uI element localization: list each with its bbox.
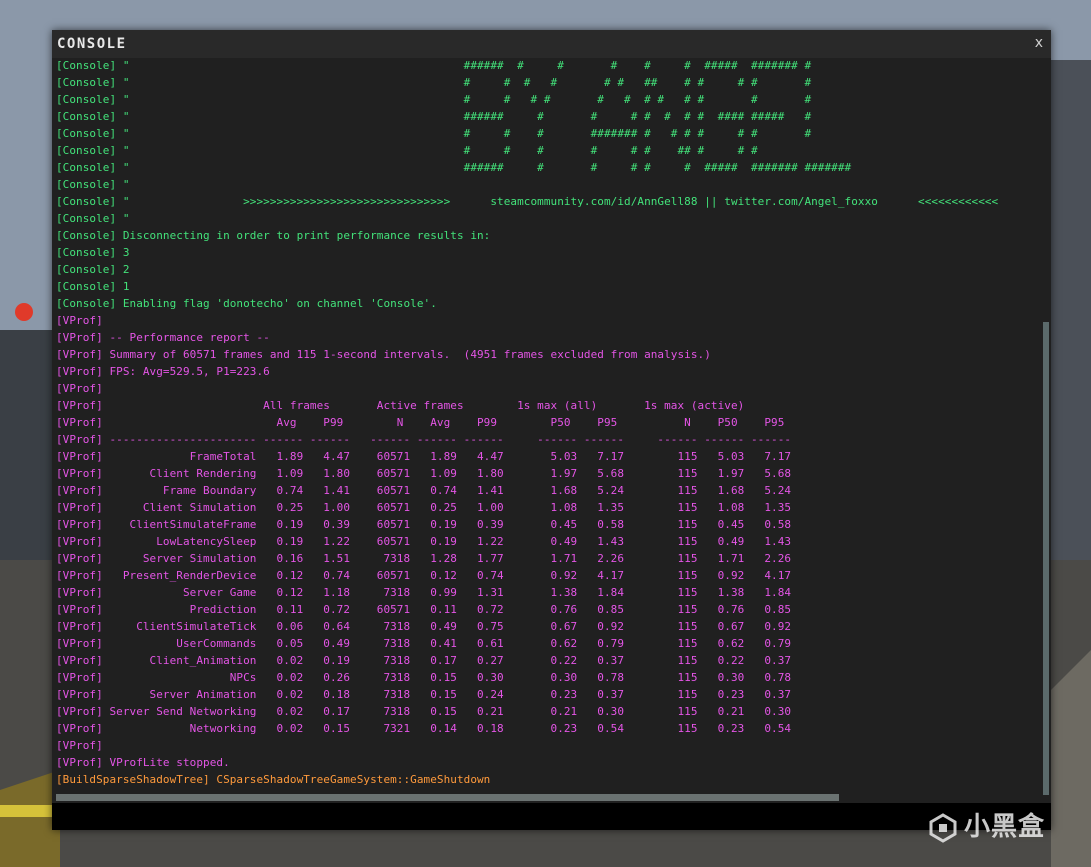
log-line-vprof: [VProf] LowLatencySleep 0.19 1.22 60571 … <box>56 535 792 548</box>
log-line-vprof: [VProf] FrameTotal 1.89 4.47 60571 1.89 … <box>56 450 792 463</box>
log-line-vprof: [VProf] <box>56 382 103 395</box>
log-line-vprof: [VProf] Server Game 0.12 1.18 7318 0.99 … <box>56 586 792 599</box>
heybox-logo-icon <box>929 812 957 843</box>
log-line-vprof: [VProf] UserCommands 0.05 0.49 7318 0.41… <box>56 637 792 650</box>
log-line-vprof: [VProf] Networking 0.02 0.15 7321 0.14 0… <box>56 722 792 735</box>
log-line-vprof: [VProf] <box>56 314 103 327</box>
log-line-vprof: [VProf] Summary of 60571 frames and 115 … <box>56 348 711 361</box>
log-line-vprof: [VProf] Frame Boundary 0.74 1.41 60571 0… <box>56 484 792 497</box>
log-line-console: [Console] " ###### # # # # # ##### #####… <box>56 59 812 72</box>
log-line-vprof: [VProf] Present_RenderDevice 0.12 0.74 6… <box>56 569 792 582</box>
close-button[interactable]: x <box>1035 35 1043 51</box>
log-line-vprof: [VProf] Server Animation 0.02 0.18 7318 … <box>56 688 792 701</box>
console-titlebar[interactable]: CONSOLE x <box>52 30 1051 58</box>
log-line-console: [Console] 1 <box>56 280 130 293</box>
log-line-vprof: [VProf] ---------------------- ------ --… <box>56 433 792 446</box>
log-line-vprof: [VProf] ClientSimulateFrame 0.19 0.39 60… <box>56 518 792 531</box>
vertical-scrollbar-thumb[interactable] <box>1043 322 1049 795</box>
log-line-console: [Console] " # # # # # # ## # # # <box>56 144 758 157</box>
horizontal-scrollbar-thumb[interactable] <box>56 794 839 801</box>
log-line-console: [Console] " # # # ####### # # # # # # # <box>56 127 812 140</box>
log-line-console: [Console] 2 <box>56 263 130 276</box>
log-line-console: [Console] " >>>>>>>>>>>>>>>>>>>>>>>>>>>>… <box>56 195 999 208</box>
console-log[interactable]: [Console] " ###### # # # # # ##### #####… <box>56 57 1050 793</box>
console-command-input[interactable] <box>52 803 1051 830</box>
watermark: 小黑盒 <box>928 806 1045 843</box>
log-line-vprof: [VProf] -- Performance report -- <box>56 331 270 344</box>
log-line-build: [BuildSparseShadowTree] CSparseShadowTre… <box>56 773 491 786</box>
log-line-console: [Console] " <box>56 178 130 191</box>
console-title: CONSOLE <box>57 36 127 52</box>
log-line-vprof: [VProf] FPS: Avg=529.5, P1=223.6 <box>56 365 270 378</box>
log-line-vprof: [VProf] <box>56 739 103 752</box>
log-line-console: [Console] " ###### # # # # # # # #### ##… <box>56 110 812 123</box>
console-window: CONSOLE x [Console] " ###### # # # # # #… <box>52 30 1051 830</box>
log-line-console: [Console] " # # # # # # ## # # # # # <box>56 76 812 89</box>
log-line-vprof: [VProf] Client Rendering 1.09 1.80 60571… <box>56 467 792 480</box>
log-line-vprof: [VProf] Server Send Networking 0.02 0.17… <box>56 705 792 718</box>
log-line-vprof: [VProf] All frames Active frames 1s max … <box>56 399 745 412</box>
log-line-console: [Console] Disconnecting in order to prin… <box>56 229 491 242</box>
log-line-vprof: [VProf] Prediction 0.11 0.72 60571 0.11 … <box>56 603 792 616</box>
log-line-vprof: [VProf] ClientSimulateTick 0.06 0.64 731… <box>56 620 792 633</box>
log-line-console: [Console] " # # # # # # # # # # # # <box>56 93 812 106</box>
log-line-vprof: [VProf] NPCs 0.02 0.26 7318 0.15 0.30 0.… <box>56 671 792 684</box>
log-line-vprof: [VProf] Client Simulation 0.25 1.00 6057… <box>56 501 792 514</box>
log-line-console: [Console] 3 <box>56 246 130 259</box>
log-line-vprof: [VProf] VProfLite stopped. <box>56 756 230 769</box>
log-line-console: [Console] " <box>56 212 130 225</box>
watermark-text: 小黑盒 <box>964 812 1046 842</box>
log-line-vprof: [VProf] Avg P99 N Avg P99 P50 P95 N P50 … <box>56 416 785 429</box>
log-line-console: [Console] " ###### # # # # # ##### #####… <box>56 161 852 174</box>
log-line-console: [Console] Enabling flag 'donotecho' on c… <box>56 297 437 310</box>
log-line-vprof: [VProf] Server Simulation 0.16 1.51 7318… <box>56 552 792 565</box>
log-line-vprof: [VProf] Client_Animation 0.02 0.19 7318 … <box>56 654 792 667</box>
